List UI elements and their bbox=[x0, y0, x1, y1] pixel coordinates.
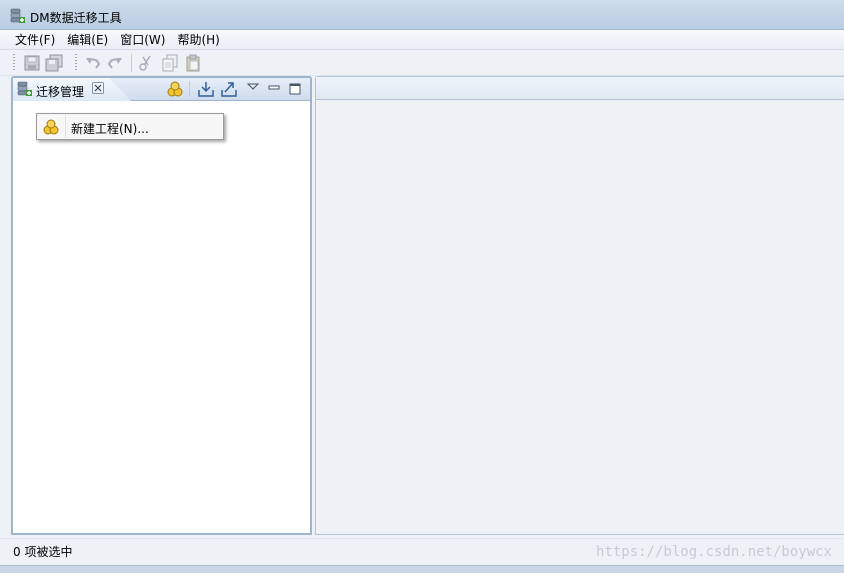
toolbar-separator bbox=[131, 54, 132, 72]
tab-label: 迁移管理 bbox=[36, 85, 85, 99]
workbench: 迁移管理 新建工程(N)... bbox=[0, 76, 844, 538]
minimize-icon[interactable] bbox=[265, 80, 283, 98]
view-tab-bar: 迁移管理 bbox=[13, 78, 310, 101]
view-menu-icon[interactable] bbox=[244, 80, 262, 98]
toolbar-separator bbox=[189, 81, 190, 97]
status-bar: 0 项被选中 https://blog.csdn.net/boywcx bbox=[0, 538, 844, 565]
editor-area bbox=[315, 76, 844, 535]
menu-bar: 文件(F) 编辑(E) 窗口(W) 帮助(H) bbox=[0, 30, 844, 50]
menu-gutter bbox=[65, 115, 66, 138]
migration-manager-icon bbox=[17, 81, 33, 97]
toolbar-grip[interactable] bbox=[13, 54, 15, 72]
toolbar-grip[interactable] bbox=[75, 54, 77, 72]
window-title: DM数据迁移工具 bbox=[30, 11, 122, 25]
close-icon[interactable] bbox=[92, 82, 104, 94]
window-bottom-edge bbox=[0, 565, 844, 573]
context-menu: 新建工程(N)... bbox=[36, 113, 224, 140]
editor-tab-bar bbox=[316, 77, 844, 100]
save-all-icon[interactable] bbox=[45, 54, 63, 72]
new-project-icon bbox=[42, 118, 60, 136]
menu-item-new-project[interactable]: 新建工程(N)... bbox=[71, 120, 149, 137]
save-icon[interactable] bbox=[23, 54, 41, 72]
title-bar: DM数据迁移工具 bbox=[0, 0, 844, 30]
copy-icon[interactable] bbox=[161, 54, 179, 72]
project-tree[interactable]: 新建工程(N)... bbox=[13, 101, 310, 533]
menu-help[interactable]: 帮助(H) bbox=[171, 31, 225, 48]
menu-file[interactable]: 文件(F) bbox=[9, 31, 61, 48]
cut-icon[interactable] bbox=[137, 54, 155, 72]
migration-manager-view: 迁移管理 新建工程(N)... bbox=[11, 76, 312, 535]
maximize-icon[interactable] bbox=[286, 80, 304, 98]
main-toolbar bbox=[0, 50, 844, 76]
undo-icon[interactable] bbox=[84, 54, 102, 72]
menu-edit[interactable]: 编辑(E) bbox=[61, 31, 114, 48]
import-icon[interactable] bbox=[197, 80, 215, 98]
export-icon[interactable] bbox=[220, 80, 238, 98]
paste-icon[interactable] bbox=[184, 54, 202, 72]
watermark: https://blog.csdn.net/boywcx bbox=[595, 544, 832, 560]
menu-window[interactable]: 窗口(W) bbox=[114, 31, 171, 48]
database-migration-icon bbox=[10, 8, 26, 24]
new-project-icon[interactable] bbox=[166, 80, 184, 98]
selection-status: 0 项被选中 bbox=[13, 545, 73, 559]
tab-migration-manager[interactable]: 迁移管理 bbox=[13, 78, 131, 101]
redo-icon[interactable] bbox=[106, 54, 124, 72]
